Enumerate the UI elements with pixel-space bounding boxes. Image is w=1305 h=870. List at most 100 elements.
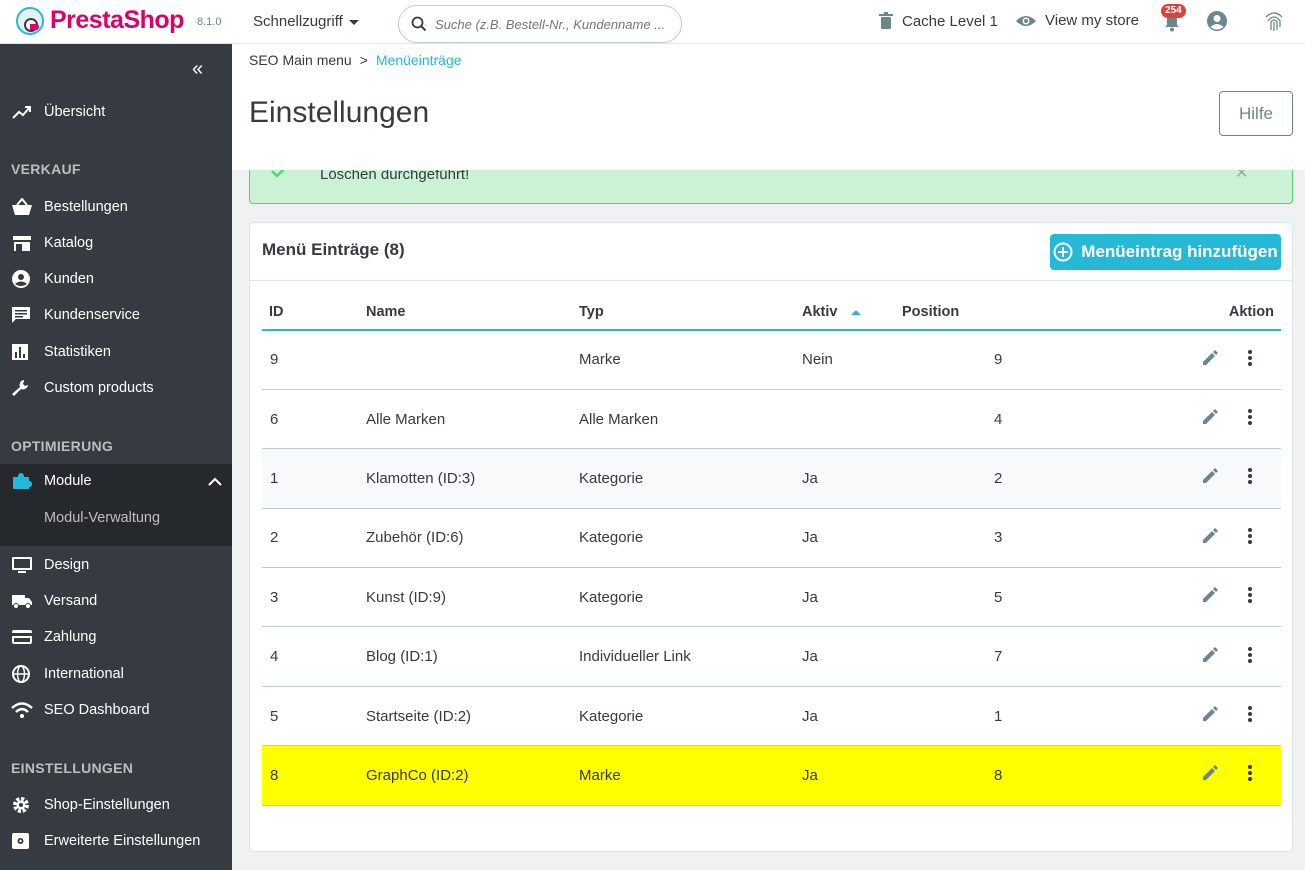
sidebar-item-modules[interactable]: Module bbox=[0, 464, 232, 498]
quick-access-dropdown[interactable]: Schnellzugriff bbox=[253, 13, 359, 30]
edit-pencil-icon[interactable] bbox=[1201, 705, 1219, 723]
breadcrumb: SEO Main menu > Menüeinträge bbox=[249, 52, 462, 68]
panel-title: Menü Einträge (8) bbox=[262, 240, 405, 259]
breadcrumb-root[interactable]: SEO Main menu bbox=[249, 52, 352, 68]
edit-pencil-icon[interactable] bbox=[1201, 764, 1219, 782]
cell-active[interactable]: Nein bbox=[802, 330, 902, 390]
edit-pencil-icon[interactable] bbox=[1201, 586, 1219, 604]
cell-active[interactable]: Ja bbox=[802, 508, 902, 569]
add-menu-entry-button[interactable]: Menüeintrag hinzufügen bbox=[1050, 234, 1281, 270]
sidebar-item-overview[interactable]: Übersicht bbox=[0, 95, 232, 129]
more-options-icon[interactable] bbox=[1247, 586, 1253, 604]
wrench-icon bbox=[12, 380, 28, 396]
cache-button[interactable]: Cache Level 1 bbox=[878, 12, 998, 30]
edit-pencil-icon[interactable] bbox=[1201, 646, 1219, 664]
edit-pencil-icon[interactable] bbox=[1201, 527, 1219, 545]
cell-position[interactable]: 7 bbox=[902, 626, 1025, 687]
cell-active[interactable]: Ja bbox=[802, 626, 902, 687]
sort-ascending-icon[interactable] bbox=[851, 309, 862, 315]
section-optimization: OPTIMIERUNG bbox=[11, 438, 114, 454]
page-title: Einstellungen bbox=[249, 96, 430, 129]
cell-actions bbox=[1025, 745, 1281, 806]
col-header-type[interactable]: Typ bbox=[579, 295, 802, 331]
cell-position[interactable]: 1 bbox=[902, 686, 1025, 747]
fingerprint-icon[interactable] bbox=[1263, 9, 1285, 33]
help-button[interactable]: Hilfe bbox=[1219, 91, 1293, 136]
cell-position[interactable]: 2 bbox=[902, 448, 1025, 509]
more-options-icon[interactable] bbox=[1247, 646, 1253, 664]
cell-id: 1 bbox=[262, 448, 366, 509]
edit-pencil-icon[interactable] bbox=[1201, 467, 1219, 485]
store-icon bbox=[13, 236, 31, 251]
notification-count-badge: 254 bbox=[1161, 4, 1186, 18]
globe-icon bbox=[12, 665, 30, 683]
table-row[interactable]: 9 Marke Nein 9 bbox=[262, 330, 1281, 390]
edit-pencil-icon[interactable] bbox=[1201, 408, 1219, 426]
cell-active[interactable]: Ja bbox=[802, 567, 902, 628]
position-value: 3 bbox=[994, 529, 1003, 547]
prestashop-logo[interactable]: PrestaShop bbox=[16, 6, 184, 35]
monitor-icon bbox=[12, 557, 32, 573]
sidebar-item-catalog[interactable]: Katalog bbox=[0, 226, 232, 260]
sidebar-item-payment[interactable]: Zahlung bbox=[0, 620, 232, 654]
cell-position[interactable]: 8 bbox=[902, 745, 1025, 806]
col-header-active-label: Aktiv bbox=[802, 304, 838, 320]
position-value: 2 bbox=[994, 469, 1003, 487]
search-input[interactable] bbox=[433, 15, 668, 33]
cell-type: Kategorie bbox=[579, 508, 802, 569]
sidebar-item-advanced-settings[interactable]: Erweiterte Einstellungen bbox=[0, 824, 232, 858]
sidebar-item-seo-dashboard[interactable]: SEO Dashboard bbox=[0, 693, 232, 727]
more-options-icon[interactable] bbox=[1247, 705, 1253, 723]
more-options-icon[interactable] bbox=[1247, 408, 1253, 426]
col-header-id[interactable]: ID bbox=[262, 295, 366, 331]
position-value: 1 bbox=[994, 707, 1003, 725]
table-row[interactable]: 3 Kunst (ID:9) Kategorie Ja 5 bbox=[262, 567, 1281, 628]
cell-type: Marke bbox=[579, 330, 802, 390]
sidebar-item-international[interactable]: International bbox=[0, 657, 232, 691]
view-store-link[interactable]: View my store bbox=[1015, 12, 1139, 29]
more-options-icon[interactable] bbox=[1247, 467, 1253, 485]
more-options-icon[interactable] bbox=[1247, 764, 1253, 782]
truck-icon bbox=[12, 595, 32, 609]
sidebar-item-shipping[interactable]: Versand bbox=[0, 584, 232, 618]
search-box[interactable] bbox=[398, 5, 682, 43]
sidebar-item-statistics[interactable]: Statistiken bbox=[0, 335, 232, 369]
cell-id: 9 bbox=[262, 330, 366, 390]
cell-position[interactable]: 9 bbox=[902, 330, 1025, 390]
cell-position[interactable]: 4 bbox=[902, 389, 1025, 450]
sidebar-item-custom-products[interactable]: Custom products bbox=[0, 371, 232, 405]
table-row[interactable]: 6 Alle Marken Alle Marken 4 bbox=[262, 389, 1281, 450]
more-options-icon[interactable] bbox=[1247, 527, 1253, 545]
chevron-up-icon[interactable] bbox=[208, 477, 222, 486]
cell-active[interactable]: Ja bbox=[802, 686, 902, 747]
table-row[interactable]: 2 Zubehör (ID:6) Kategorie Ja 3 bbox=[262, 508, 1281, 569]
edit-pencil-icon[interactable] bbox=[1201, 349, 1219, 367]
table-header-row: ID Name Typ Aktiv Position Aktion bbox=[262, 295, 1281, 331]
add-menu-entry-label: Menüeintrag hinzufügen bbox=[1081, 242, 1278, 261]
cell-position[interactable]: 3 bbox=[902, 508, 1025, 569]
col-header-position[interactable]: Position bbox=[902, 295, 1025, 331]
cell-name: Blog (ID:1) bbox=[366, 626, 579, 687]
cell-active[interactable]: Ja bbox=[802, 448, 902, 509]
cell-name: Alle Marken bbox=[366, 389, 579, 450]
cell-position[interactable]: 5 bbox=[902, 567, 1025, 628]
sidebar-item-orders[interactable]: Bestellungen bbox=[0, 190, 232, 224]
col-header-active[interactable]: Aktiv bbox=[802, 295, 902, 331]
sidebar-item-design[interactable]: Design bbox=[0, 548, 232, 582]
cell-active[interactable]: Ja bbox=[802, 745, 902, 806]
collapse-sidebar-icon[interactable]: « bbox=[192, 58, 203, 81]
puffin-logo-icon bbox=[16, 6, 44, 35]
table-row[interactable]: 1 Klamotten (ID:3) Kategorie Ja 2 bbox=[262, 448, 1281, 509]
table-row[interactable]: 5 Startseite (ID:2) Kategorie Ja 1 bbox=[262, 686, 1281, 747]
table-row[interactable]: 4 Blog (ID:1) Individueller Link Ja 7 bbox=[262, 626, 1281, 687]
cell-active[interactable] bbox=[802, 389, 902, 450]
col-header-name[interactable]: Name bbox=[366, 295, 579, 331]
sidebar-item-customer-service[interactable]: Kundenservice bbox=[0, 298, 232, 332]
table-row[interactable]: 8 GraphCo (ID:2) Marke Ja 8 bbox=[262, 745, 1281, 806]
sidebar-item-customers[interactable]: Kunden bbox=[0, 262, 232, 296]
more-options-icon[interactable] bbox=[1247, 349, 1253, 367]
sidebar-subitem-module-manager[interactable]: Modul-Verwaltung bbox=[0, 498, 232, 546]
sidebar-item-shop-settings[interactable]: Shop-Einstellungen bbox=[0, 788, 232, 822]
user-account-icon[interactable] bbox=[1206, 10, 1228, 32]
breadcrumb-current[interactable]: Menüeinträge bbox=[376, 52, 462, 68]
